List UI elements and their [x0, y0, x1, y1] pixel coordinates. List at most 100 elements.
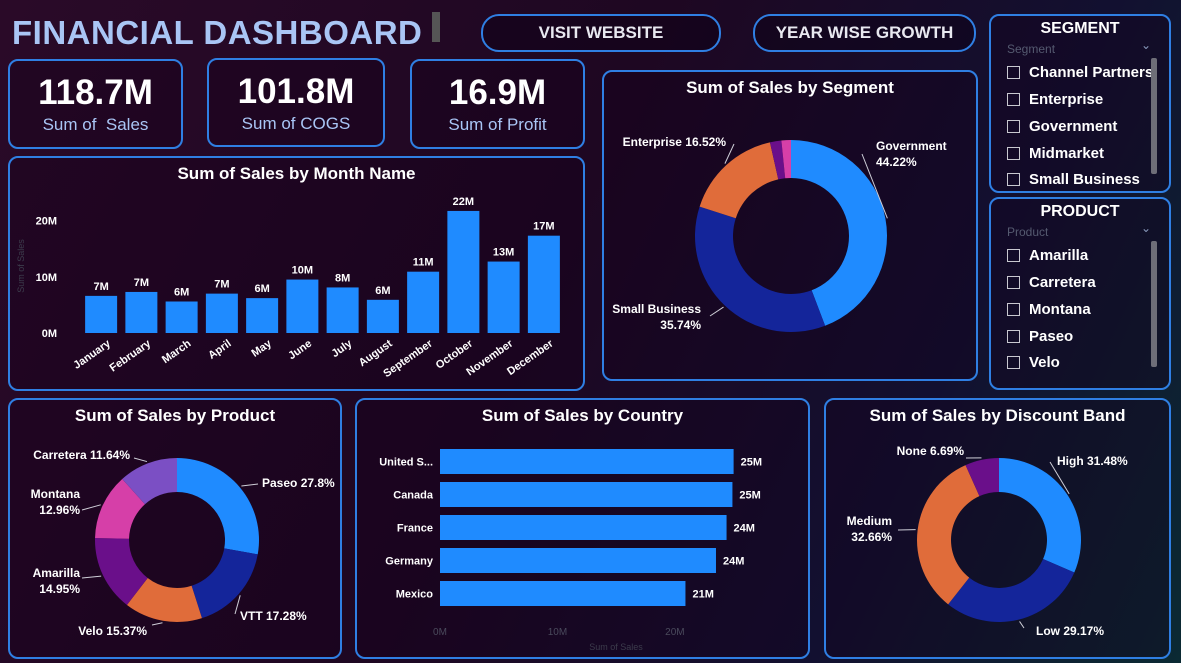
slicer-item-label: Midmarket [1029, 145, 1105, 162]
checkbox-icon[interactable] [1007, 93, 1020, 106]
product-scrollbar[interactable] [1151, 241, 1157, 367]
bar-data-label: 11M [413, 257, 434, 269]
kpi-card-profit: 16.9M Sum of Profit [410, 59, 585, 149]
slice-data-label: 35.74% [660, 318, 701, 332]
slicer-item-enterprise[interactable]: Enterprise [1007, 91, 1103, 108]
slice-data-label: None 6.69% [897, 444, 965, 458]
month-bar [205, 293, 238, 333]
slicer-item-label: Velo [1029, 354, 1060, 371]
product-slicer-title: PRODUCT [1040, 203, 1120, 220]
checkbox-icon[interactable] [1007, 276, 1020, 289]
label-leader-line [1019, 621, 1025, 629]
month-bar [447, 210, 480, 333]
slice-data-label: High 31.48% [1057, 454, 1128, 468]
slicer-item-label: Paseo [1029, 328, 1074, 345]
checkbox-icon[interactable] [1007, 303, 1020, 316]
slice-data-label: Amarilla [33, 566, 81, 580]
checkbox-icon[interactable] [1007, 120, 1020, 133]
chevron-down-icon[interactable]: ⌄ [1141, 38, 1151, 52]
month-chart-panel: Sum of Sales by Month Name Sum of Sales 0… [8, 156, 585, 391]
slice-data-label: Montana [31, 487, 81, 501]
checkbox-icon[interactable] [1007, 147, 1020, 160]
slice-data-label: Paseo 27.8% [262, 476, 335, 490]
country-bar [440, 581, 686, 606]
slice-data-label: Carretera 11.64% [33, 448, 130, 462]
slicer-item-label: Montana [1029, 301, 1091, 318]
y-tick-label: Mexico [396, 589, 434, 601]
slicer-item-velo[interactable]: Velo [1007, 354, 1060, 371]
checkbox-icon[interactable] [1007, 330, 1020, 343]
y-tick-label: 20M [36, 216, 57, 228]
country-bar [440, 449, 734, 474]
slice-enterprise [699, 142, 779, 219]
chevron-down-icon[interactable]: ⌄ [1141, 221, 1151, 235]
month-bar [246, 298, 279, 333]
x-tick-label: June [286, 338, 314, 363]
bar-data-label: 13M [493, 247, 514, 259]
slice-data-label: VTT 17.28% [240, 609, 307, 623]
slicer-item-channel-partners[interactable]: Channel Partners [1007, 64, 1153, 81]
x-axis-title: Sum of Sales [589, 642, 643, 652]
month-bar [407, 271, 440, 333]
slice-data-label: Enterprise 16.52% [623, 135, 727, 149]
slicer-item-amarilla[interactable]: Amarilla [1007, 247, 1088, 264]
slicer-item-montana[interactable]: Montana [1007, 301, 1091, 318]
segment-scrollbar[interactable] [1151, 58, 1157, 174]
x-tick-label: February [108, 337, 154, 374]
slicer-item-paseo[interactable]: Paseo [1007, 328, 1073, 345]
segment-slicer-title: SEGMENT [1040, 20, 1120, 37]
slicer-item-government[interactable]: Government [1007, 118, 1117, 135]
slice-data-label: Small Business [612, 302, 701, 316]
bar-data-label: 22M [453, 196, 474, 208]
slicer-item-label: Amarilla [1029, 247, 1089, 264]
slicer-item-label: Enterprise [1029, 91, 1104, 108]
y-tick-label: 0M [42, 328, 57, 340]
bar-data-label: 7M [134, 277, 149, 289]
y-tick-label: 10M [36, 272, 57, 284]
kpi-card-sales: 118.7M Sum of Sales [8, 59, 183, 149]
checkbox-icon[interactable] [1007, 356, 1020, 369]
slicer-item-carretera[interactable]: Carretera [1007, 274, 1096, 291]
label-leader-line [133, 457, 148, 463]
x-tick-label: December [505, 337, 556, 378]
visit-website-button[interactable]: VISIT WEBSITE [481, 14, 721, 52]
x-tick-label: 10M [548, 627, 567, 638]
checkbox-icon[interactable] [1007, 249, 1020, 262]
label-leader-line [241, 483, 259, 487]
checkbox-icon[interactable] [1007, 173, 1020, 186]
slicer-item-label: Carretera [1029, 274, 1096, 291]
label-leader-line [81, 575, 102, 579]
label-leader-line [81, 504, 101, 511]
kpi-card-cogs: 101.8M Sum of COGS [207, 58, 385, 147]
y-tick-label: Canada [393, 490, 434, 502]
slice-data-label: 44.22% [876, 155, 917, 169]
month-chart: Sum of Sales 0M 10M 20M 7M January 7M February 6… [16, 196, 560, 380]
discount-chart: High 31.48% Low 29.17% Medium 32.66% None 6.… [847, 444, 1128, 638]
slicer-item-small-business[interactable]: Small Business [1007, 171, 1140, 188]
y-tick-label: France [397, 523, 433, 535]
bar-data-label: 25M [739, 490, 760, 502]
month-bar [487, 261, 520, 333]
slicer-item-label: Channel Partners [1029, 64, 1154, 81]
label-leader-line [709, 306, 724, 317]
month-bar [165, 301, 198, 333]
x-tick-label: July [329, 337, 355, 360]
slice-data-label: Government [876, 139, 947, 153]
y-axis-title: Sum of Sales [16, 239, 26, 293]
slice-data-label: 14.95% [39, 582, 80, 596]
bar-data-label: 24M [723, 556, 744, 568]
year-wise-growth-button[interactable]: YEAR WISE GROWTH [753, 14, 976, 52]
country-chart: United S... 25M Canada 25M France 24M Germany 2… [379, 449, 762, 652]
checkbox-icon[interactable] [1007, 66, 1020, 79]
slice-high [999, 458, 1081, 573]
x-tick-label: 0M [433, 627, 447, 638]
slicer-item-midmarket[interactable]: Midmarket [1007, 145, 1104, 162]
product-chart: Paseo 27.8% VTT 17.28% Velo 15.37% Amarilla… [31, 448, 335, 638]
product-slicer: PRODUCT Product ⌄ Amarilla Carretera Mon… [989, 197, 1171, 390]
slice-data-label: 12.96% [39, 503, 80, 517]
slice-data-label: Low 29.17% [1036, 624, 1104, 638]
bar-data-label: 10M [292, 265, 313, 277]
slice-data-label: Medium [847, 514, 892, 528]
slice-low [948, 559, 1075, 622]
x-tick-label: May [249, 337, 274, 360]
